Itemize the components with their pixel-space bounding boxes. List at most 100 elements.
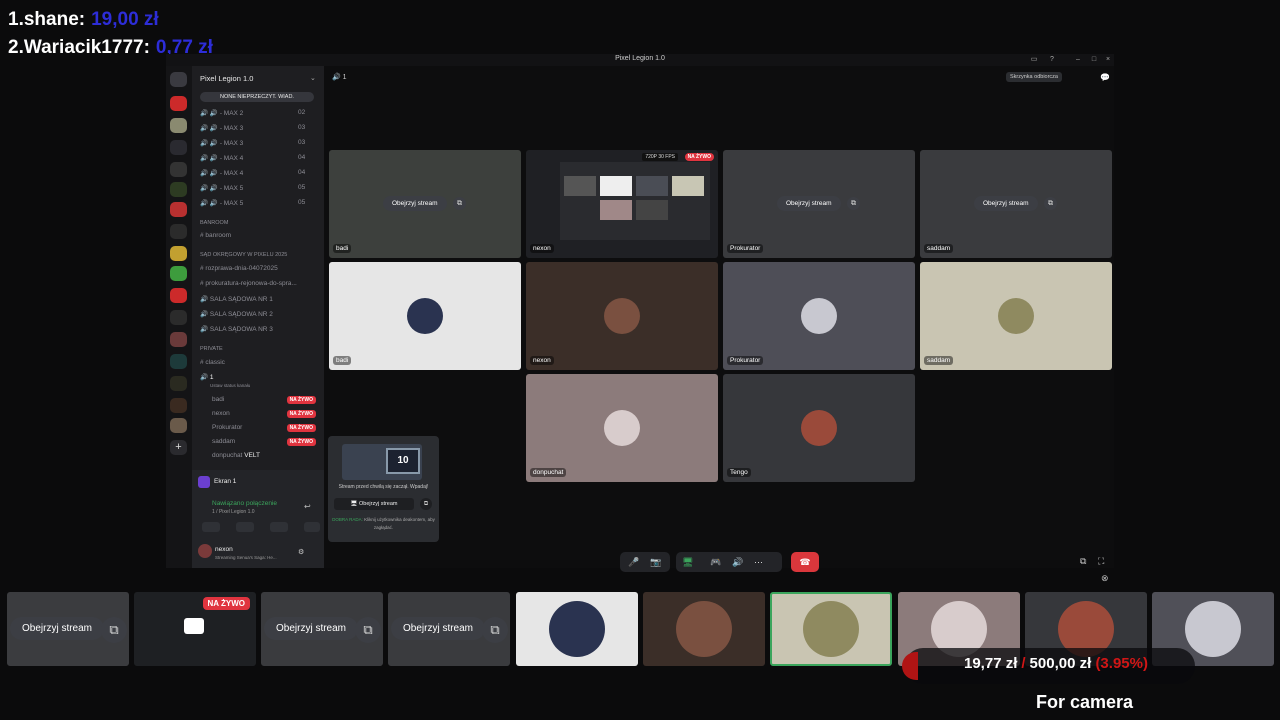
fullscreen-icon[interactable]: ⛶ bbox=[1098, 556, 1104, 567]
channel-banroom[interactable]: # banroom bbox=[200, 232, 231, 239]
inbox-icon[interactable]: ▭ bbox=[1030, 56, 1038, 64]
activity-button[interactable] bbox=[270, 522, 288, 532]
popout-icon[interactable]: ⧉ bbox=[355, 617, 381, 643]
server-icon[interactable] bbox=[170, 182, 187, 197]
category-private[interactable]: PRIVATE bbox=[200, 346, 223, 352]
strip-cam-saddam-selected[interactable] bbox=[770, 592, 892, 666]
category-court[interactable]: SĄD OKRĘGOWY W PIXELU 2025 bbox=[200, 252, 287, 258]
user-tile-saddam[interactable]: saddam bbox=[920, 262, 1112, 370]
server-icon[interactable] bbox=[170, 418, 187, 433]
strip-tile-saddam[interactable]: Obejrzyj stream ⧉ bbox=[388, 592, 510, 666]
member-donpuchat[interactable]: donpuchat VELT bbox=[212, 452, 260, 459]
popout-icon[interactable]: ⧉ bbox=[453, 197, 466, 210]
stream-tile-saddam[interactable]: Obejrzyj stream ⧉ saddam bbox=[920, 150, 1112, 258]
user-tile-badi[interactable]: badi bbox=[329, 262, 521, 370]
strip-tile-badi[interactable]: Obejrzyj stream ⧉ bbox=[7, 592, 129, 666]
server-icon[interactable] bbox=[170, 162, 187, 177]
watch-stream-button[interactable]: Obejrzyj stream bbox=[383, 196, 447, 211]
popout-icon[interactable]: ⧉ bbox=[847, 197, 860, 210]
unread-banner[interactable]: NONE NIEPRZECZYT. WIAD. bbox=[200, 92, 314, 102]
watch-stream-button[interactable]: Obejrzyj stream bbox=[974, 196, 1038, 211]
add-server-icon[interactable]: + bbox=[170, 440, 187, 455]
avatar[interactable] bbox=[198, 544, 212, 558]
text-channel[interactable]: # rozprawa-dnia-04072025 bbox=[200, 265, 278, 272]
strip-tile-prokurator[interactable]: Obejrzyj stream ⧉ bbox=[261, 592, 383, 666]
disconnect-icon[interactable]: ↩ bbox=[304, 502, 311, 511]
server-icon[interactable] bbox=[170, 224, 187, 239]
help-icon[interactable]: ? bbox=[1048, 56, 1056, 64]
chevron-down-icon[interactable]: ⌄ bbox=[310, 74, 316, 82]
popout-icon[interactable]: ⧉ bbox=[1044, 197, 1057, 210]
screen-share-button[interactable] bbox=[236, 522, 254, 532]
voice-channel[interactable]: 🔊 SALA SĄDOWA NR 2 bbox=[200, 310, 273, 318]
stream-tile-nexon[interactable]: 720P 30 FPS NA ŻYWO nexon bbox=[526, 150, 718, 258]
voice-channel[interactable]: 🔊 🔊 - MAX 5 05 bbox=[200, 184, 305, 192]
discord-home-icon[interactable] bbox=[170, 72, 187, 87]
popout-icon[interactable]: ⧉ bbox=[101, 617, 127, 643]
user-tile-prokurator[interactable]: Prokurator bbox=[723, 262, 915, 370]
text-channel[interactable]: # classic bbox=[200, 359, 225, 366]
member-nexon[interactable]: nexon bbox=[212, 410, 230, 417]
server-icon[interactable] bbox=[170, 376, 187, 391]
user-tile-tengo[interactable]: Tengo bbox=[723, 374, 915, 482]
voice-channel[interactable]: 🔊 🔊 - MAX 3 03 bbox=[200, 124, 305, 132]
server-icon[interactable] bbox=[170, 398, 187, 413]
server-icon[interactable] bbox=[170, 202, 187, 217]
popout-icon[interactable]: ⧉ bbox=[420, 498, 432, 510]
category-banroom[interactable]: BANROOM bbox=[200, 220, 228, 226]
soundboard-icon[interactable]: 🔊 bbox=[732, 557, 743, 568]
strip-tile-nexon[interactable]: NA ŻYWO bbox=[134, 592, 256, 666]
server-icon[interactable] bbox=[170, 266, 187, 281]
minimize-icon[interactable]: – bbox=[1074, 56, 1082, 64]
screen-share-label[interactable]: Ekran 1 bbox=[214, 478, 236, 485]
screen-share-icon[interactable]: 🖥 bbox=[682, 557, 693, 568]
server-name[interactable]: Pixel Legion 1.0 bbox=[200, 74, 253, 83]
chat-icon[interactable]: 💬 bbox=[1100, 73, 1110, 82]
voice-channel[interactable]: 🔊 🔊 - MAX 2 02 bbox=[200, 109, 305, 117]
server-icon[interactable] bbox=[170, 118, 187, 133]
strip-cam-nexon[interactable] bbox=[643, 592, 765, 666]
popout-icon[interactable]: ⧉ bbox=[482, 617, 508, 643]
microphone-icon[interactable]: 🎤 bbox=[628, 557, 639, 568]
text-channel[interactable]: # prokuratura-rejonowa-do-spra... bbox=[200, 280, 297, 287]
member-badi[interactable]: badi bbox=[212, 396, 224, 403]
voice-channel[interactable]: 🔊 🔊 - MAX 4 04 bbox=[200, 169, 305, 177]
server-icon[interactable] bbox=[170, 288, 187, 303]
popup-watch-button[interactable]: 🖥 Obejrzyj stream bbox=[334, 498, 414, 510]
activities-icon[interactable]: 🎮 bbox=[710, 557, 721, 568]
camera-button[interactable] bbox=[202, 522, 220, 532]
member-prokurator[interactable]: Prokurator bbox=[212, 424, 242, 431]
server-icon[interactable] bbox=[170, 310, 187, 325]
channel-status[interactable]: Ustaw status kanału bbox=[210, 383, 250, 388]
voice-channel[interactable]: 🔊 SALA SĄDOWA NR 1 bbox=[200, 295, 273, 303]
close-strip-icon[interactable]: ⊗ bbox=[1101, 573, 1109, 584]
server-icon[interactable] bbox=[170, 354, 187, 369]
watch-stream-button[interactable]: Obejrzyj stream bbox=[777, 196, 841, 211]
strip-cam-badi[interactable] bbox=[516, 592, 638, 666]
watch-stream-button[interactable]: Obejrzyj stream bbox=[391, 617, 486, 640]
voice-channel-active[interactable]: 🔊 1 bbox=[200, 373, 214, 381]
voice-channel[interactable]: 🔊 SALA SĄDOWA NR 3 bbox=[200, 325, 273, 333]
leave-call-button[interactable]: ☎ bbox=[791, 552, 819, 572]
member-saddam[interactable]: saddam bbox=[212, 438, 235, 445]
soundboard-button[interactable] bbox=[304, 522, 320, 532]
voice-channel[interactable]: 🔊 🔊 - MAX 3 03 bbox=[200, 139, 305, 147]
stream-tile-prokurator[interactable]: Obejrzyj stream ⧉ Prokurator bbox=[723, 150, 915, 258]
more-icon[interactable]: ⋯ bbox=[754, 557, 763, 568]
watch-stream-button[interactable]: Obejrzyj stream bbox=[10, 617, 105, 640]
popout-window-icon[interactable]: ⧉ bbox=[1080, 556, 1086, 567]
watch-stream-button[interactable]: Obejrzyj stream bbox=[264, 617, 359, 640]
server-icon[interactable] bbox=[170, 332, 187, 347]
close-icon[interactable]: × bbox=[1104, 56, 1112, 64]
server-icon[interactable] bbox=[170, 96, 187, 111]
user-tile-nexon[interactable]: nexon bbox=[526, 262, 718, 370]
settings-icon[interactable]: ⚙ bbox=[298, 548, 304, 556]
maximize-icon[interactable]: □ bbox=[1090, 56, 1098, 64]
voice-channel[interactable]: 🔊 🔊 - MAX 5 05 bbox=[200, 199, 305, 207]
user-tile-donpuchat[interactable]: donpuchat bbox=[526, 374, 718, 482]
server-icon[interactable] bbox=[170, 140, 187, 155]
server-icon[interactable] bbox=[170, 246, 187, 261]
voice-channel[interactable]: 🔊 🔊 - MAX 4 04 bbox=[200, 154, 305, 162]
stream-tile-badi[interactable]: Obejrzyj stream ⧉ badi bbox=[329, 150, 521, 258]
camera-icon[interactable]: 📷 bbox=[650, 557, 661, 568]
